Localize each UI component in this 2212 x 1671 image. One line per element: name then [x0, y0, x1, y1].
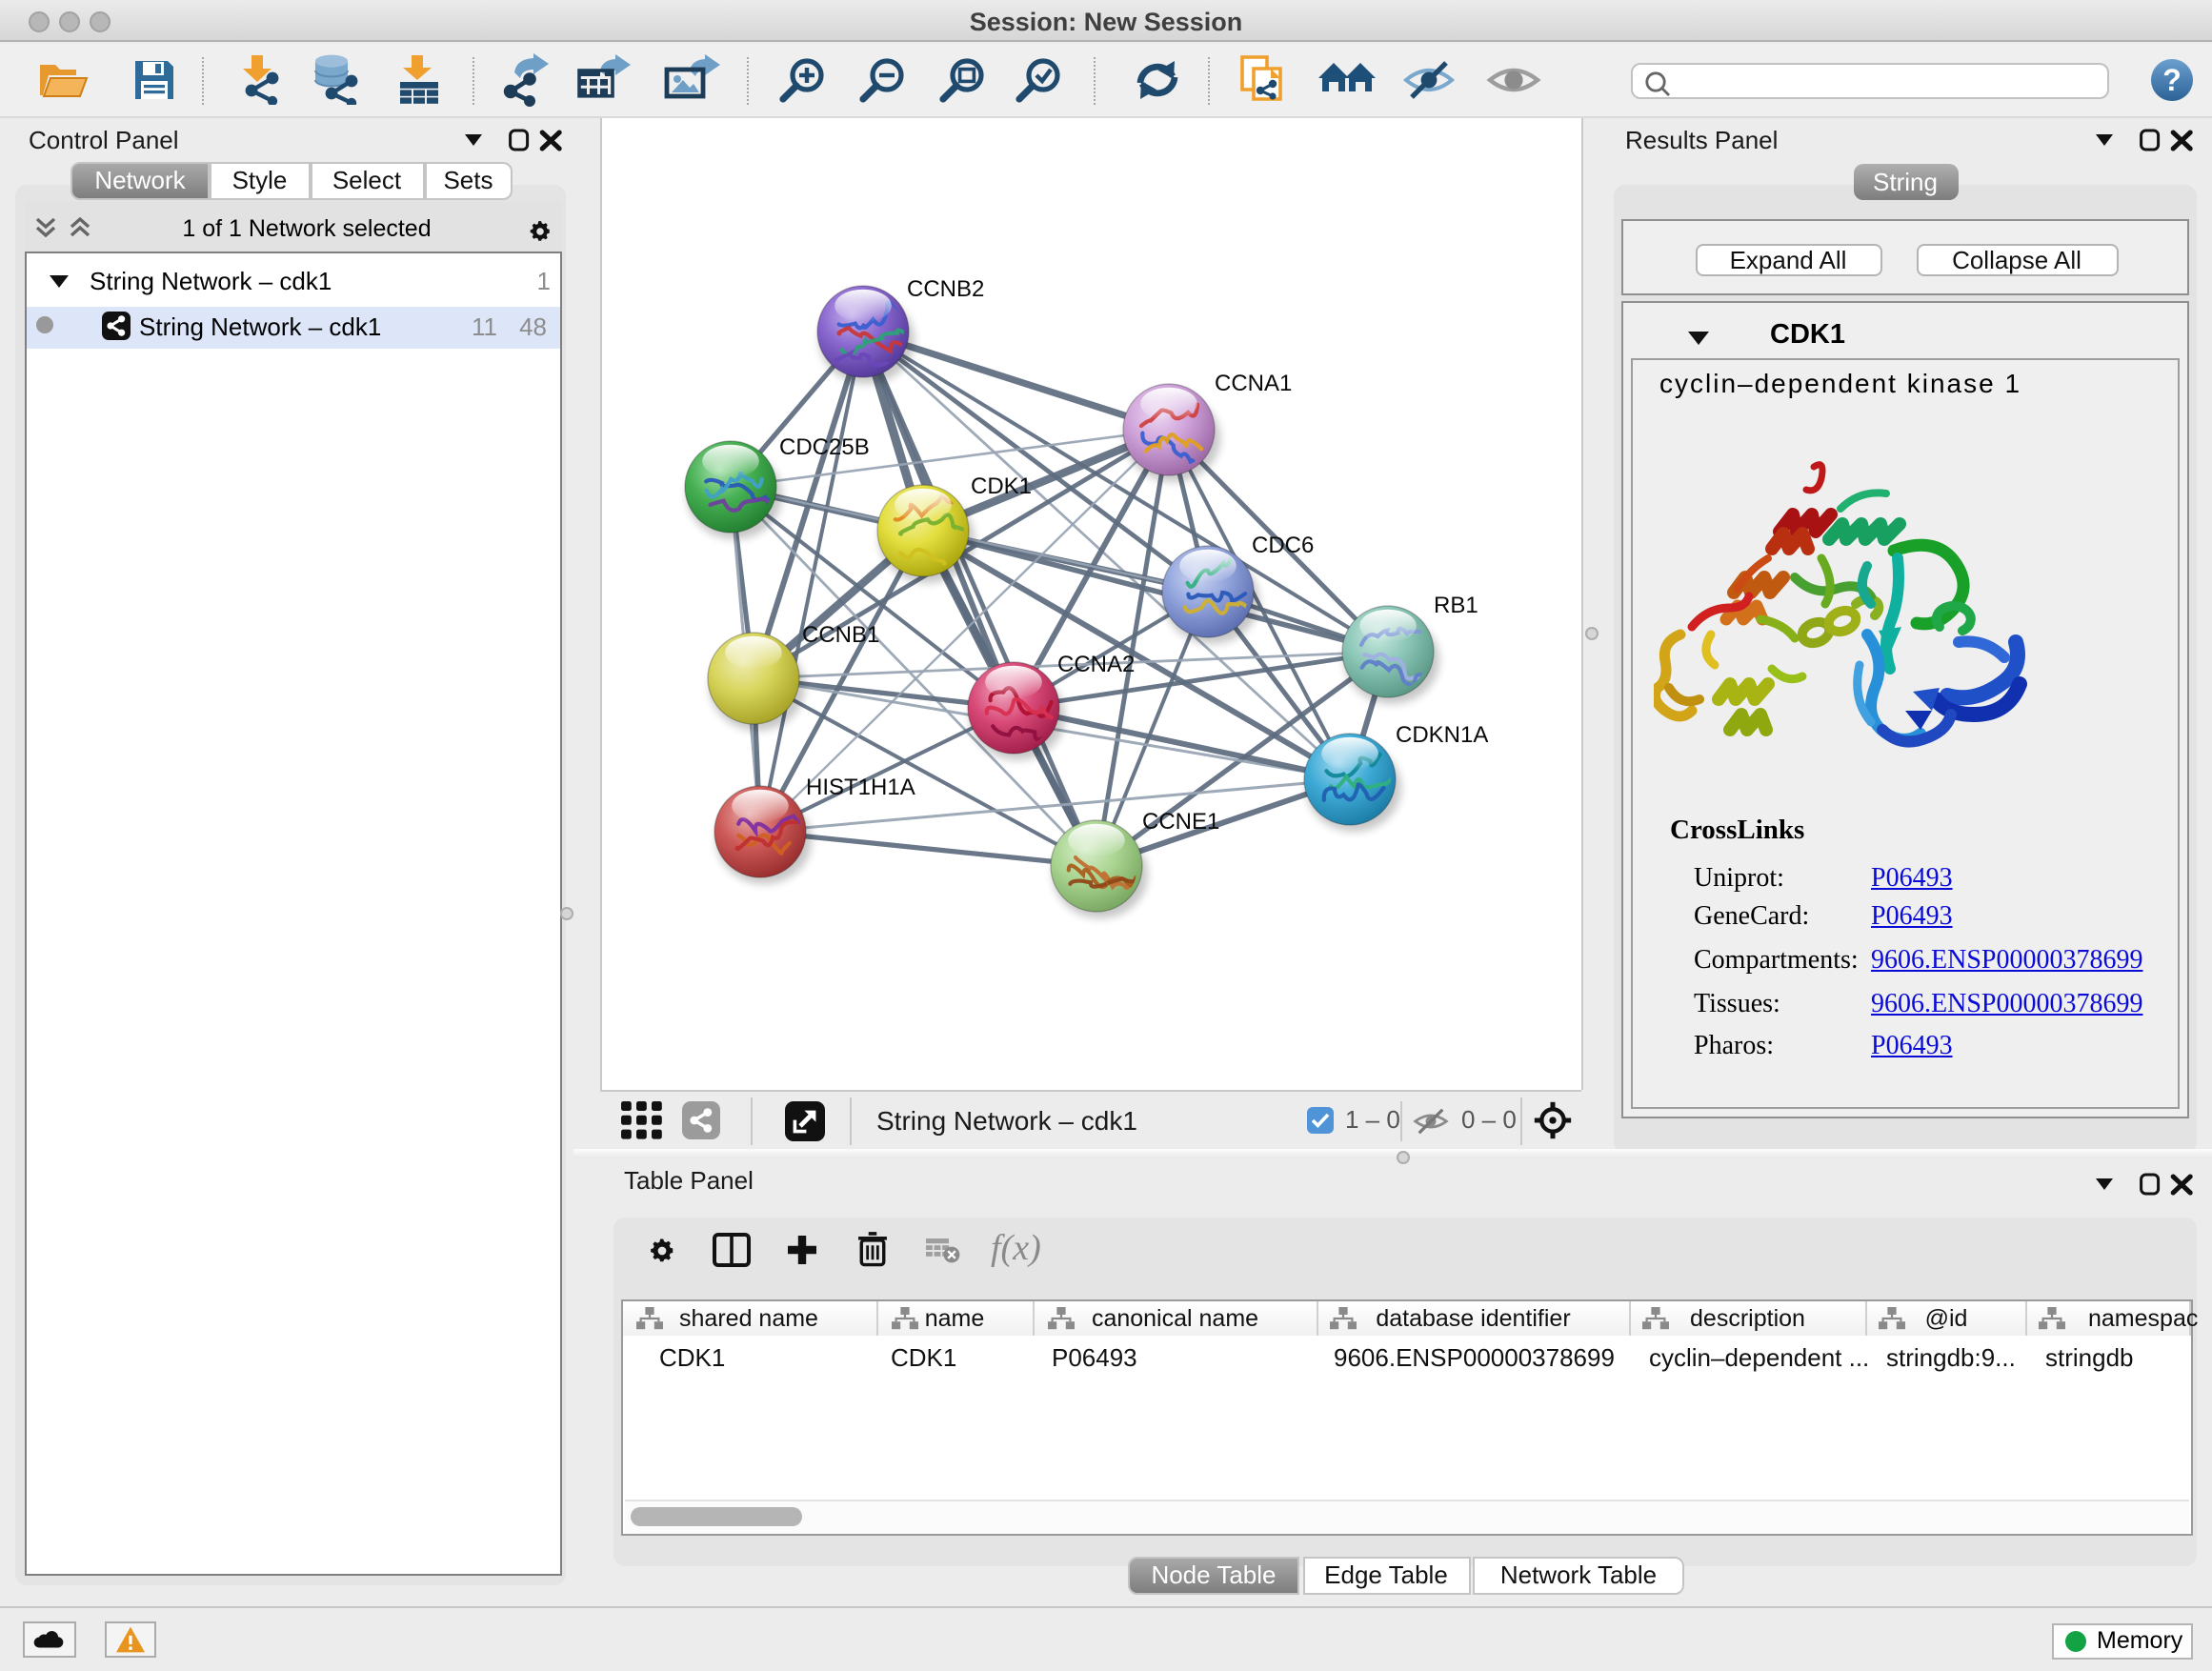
svg-text:CCNA2: CCNA2	[1056, 652, 1134, 677]
svg-text:CDK1: CDK1	[970, 473, 1031, 499]
svg-text:RB1: RB1	[1433, 593, 1478, 618]
svg-text:CCNA1: CCNA1	[1214, 371, 1291, 396]
svg-text:CCNB2: CCNB2	[906, 276, 983, 302]
svg-text:CDKN1A: CDKN1A	[1395, 722, 1487, 748]
svg-text:?: ?	[2162, 62, 2182, 96]
svg-text:HIST1H1A: HIST1H1A	[805, 775, 915, 800]
svg-text:CDC6: CDC6	[1251, 533, 1313, 558]
svg-text:CCNB1: CCNB1	[801, 622, 878, 648]
svg-text:CCNE1: CCNE1	[1141, 809, 1218, 835]
svg-text:CDC25B: CDC25B	[778, 434, 869, 460]
